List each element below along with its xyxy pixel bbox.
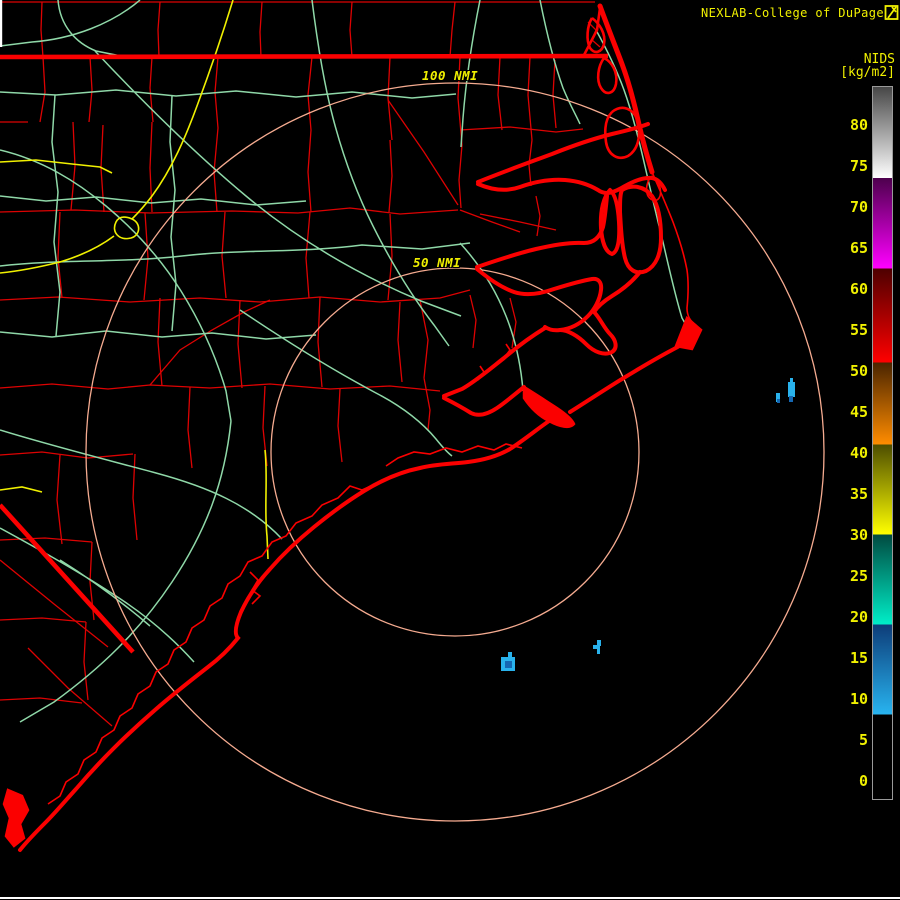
precip-echo-cell — [505, 661, 512, 668]
colorbar-tick-label: 55 — [849, 321, 868, 339]
range-rings — [85, 82, 825, 822]
ring-50nmi — [270, 267, 640, 637]
precip-echo-cell — [790, 378, 793, 383]
colorbar-tick-label: 40 — [849, 444, 868, 462]
colorbar-tick-label: 35 — [849, 485, 868, 503]
colorbar-tick-label: 15 — [849, 649, 868, 667]
precip-echo-cell — [777, 399, 780, 403]
colorbar-tick-label: 5 — [858, 731, 868, 749]
core-banks — [568, 336, 693, 414]
bogue-sound-shore — [249, 343, 523, 605]
va-nc-border — [0, 53, 609, 60]
inner-waterway — [47, 481, 381, 805]
hatteras-island — [645, 171, 697, 326]
cape-fear-inlet — [2, 788, 30, 848]
colorbar-tick-label: 45 — [849, 403, 868, 421]
colorbar-tick-label: 70 — [849, 198, 868, 216]
road-network — [0, 0, 691, 723]
cod-logo-icon — [884, 5, 899, 20]
precip-echo-cell — [597, 648, 600, 654]
nc-sc-border — [0, 503, 135, 654]
colorbar-tick-label: 30 — [849, 526, 868, 544]
scale-heading: NIDS [kg/m2] — [600, 53, 895, 79]
colorbar-tick-label: 10 — [849, 690, 868, 708]
precip-echo-cell — [508, 652, 512, 657]
ring-100nmi — [85, 82, 825, 822]
colorbar-tick-label: 60 — [849, 280, 868, 298]
precip-echo-cell — [789, 396, 793, 402]
colorbar-tick-label: 80 — [849, 116, 868, 134]
ring-label-100nmi: 100 NMI — [422, 68, 479, 83]
bottom-divider — [0, 897, 900, 899]
colorbar-tick-label: 50 — [849, 362, 868, 380]
county-boundaries — [0, 1, 601, 727]
ring-label-50nmi: 50 NMI — [413, 255, 462, 270]
currituck-shore — [581, 7, 618, 95]
site-title: NEXLAB-College of DuPage — [701, 6, 884, 20]
radar-map — [0, 0, 825, 852]
scale-units: [kg/m2] — [840, 65, 895, 80]
colorbar — [872, 86, 893, 800]
colorbar-tick-label: 75 — [849, 157, 868, 175]
radar-viewer: 100 NMI 50 NMI NEXLAB-College of DuPage … — [0, 0, 900, 900]
colorbar-tick-label: 65 — [849, 239, 868, 257]
colorbar-tick-label: 20 — [849, 608, 868, 626]
colorbar-tick-label: 25 — [849, 567, 868, 585]
pamlico-river — [475, 194, 609, 333]
precip-echo-cell — [788, 382, 795, 397]
colorbar-tick-label: 0 — [858, 772, 868, 790]
cape-point — [674, 315, 703, 351]
